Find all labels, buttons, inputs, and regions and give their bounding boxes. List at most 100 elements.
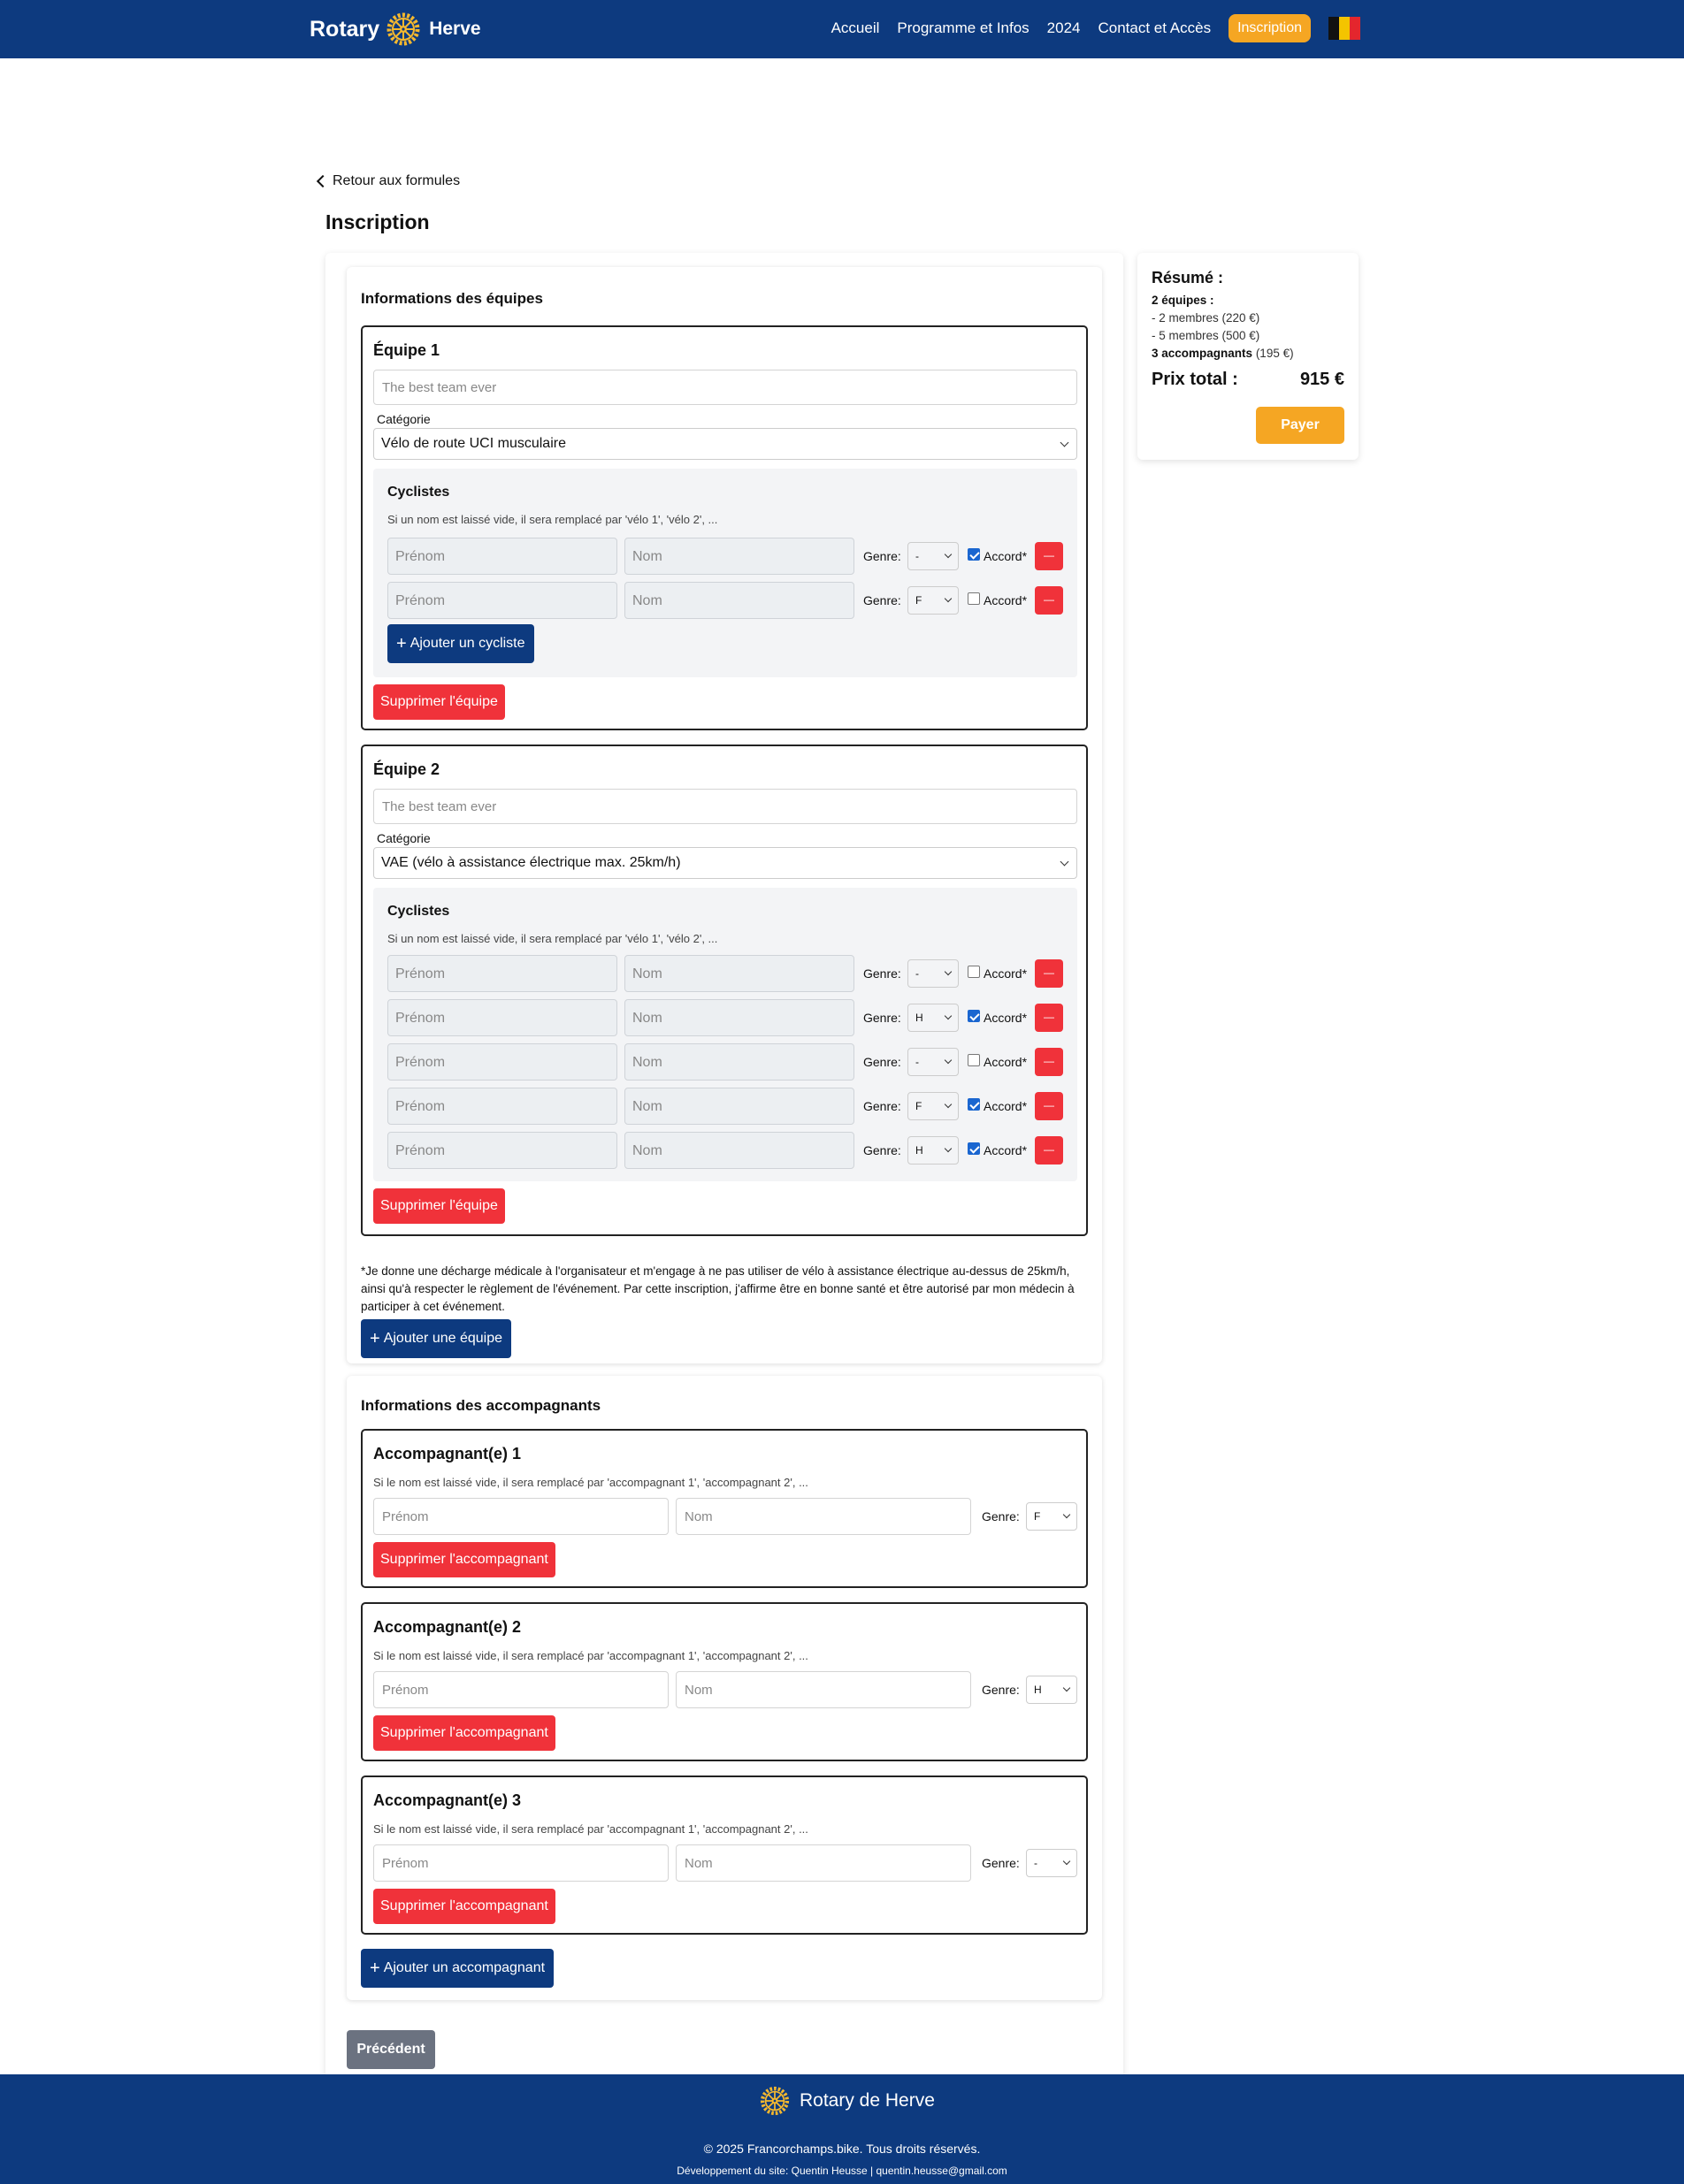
last-name-input[interactable]: Nom [624, 1043, 854, 1081]
genre-label: Genre: [863, 1099, 901, 1113]
first-name-input[interactable]: Prénom [387, 1043, 617, 1081]
genre-value: - [915, 1056, 919, 1068]
genre-select[interactable]: F [1026, 1502, 1077, 1531]
delete-team-button[interactable]: Supprimer l'équipe [373, 684, 505, 720]
remove-cyclist-button[interactable]: — [1035, 1004, 1063, 1032]
add-cyclist-label: Ajouter un cycliste [410, 636, 525, 651]
first-name-input[interactable]: Prénom [387, 1088, 617, 1125]
remove-cyclist-button[interactable]: — [1035, 1136, 1063, 1165]
chevron-down-icon [944, 967, 953, 976]
last-name-input[interactable]: Nom [624, 999, 854, 1036]
category-select[interactable]: VAE (vélo à assistance électrique max. 2… [373, 847, 1077, 879]
accord-checkbox[interactable] [968, 1142, 980, 1155]
nav-link-contact[interactable]: Contact et Accès [1098, 19, 1212, 37]
team-name-input[interactable] [373, 370, 1077, 405]
summary-team-line: - 2 membres (220 €) [1152, 311, 1260, 325]
delete-companion-button[interactable]: Supprimer l'accompagnant [373, 1715, 555, 1751]
footer-developer: Développement du site: Quentin Heusse | … [677, 2165, 1007, 2177]
genre-label: Genre: [863, 593, 901, 607]
companion-last-name-input[interactable] [676, 1671, 971, 1708]
genre-select[interactable]: F [907, 1092, 959, 1120]
accord-checkbox[interactable] [968, 966, 980, 978]
delete-companion-button[interactable]: Supprimer l'accompagnant [373, 1889, 555, 1924]
genre-select[interactable]: - [907, 542, 959, 570]
category-select-value: Vélo de route UCI musculaire [381, 436, 566, 451]
last-name-input[interactable]: Nom [624, 538, 854, 575]
genre-select[interactable]: H [907, 1136, 959, 1165]
last-name-input[interactable]: Nom [624, 955, 854, 992]
plus-icon: + [396, 633, 407, 653]
first-name-input[interactable]: Prénom [387, 955, 617, 992]
add-team-button[interactable]: + Ajouter une équipe [361, 1319, 512, 1358]
pay-button[interactable]: Payer [1256, 407, 1344, 444]
first-name-input[interactable]: Prénom [387, 582, 617, 619]
chevron-down-icon [944, 1056, 953, 1065]
genre-label: Genre: [863, 1011, 901, 1025]
first-name-input[interactable]: Prénom [387, 538, 617, 575]
page-title: Inscription [325, 210, 430, 233]
nav-inscription-button[interactable]: Inscription [1229, 14, 1311, 42]
last-name-input[interactable]: Nom [624, 582, 854, 619]
summary-lines: 2 équipes : - 2 membres (220 €) - 5 memb… [1152, 292, 1294, 363]
remove-cyclist-button[interactable]: — [1035, 1048, 1063, 1076]
cyclist-row: Prénom Nom Genre: F Accord* — [387, 582, 1063, 619]
previous-button[interactable]: Précédent [347, 2030, 435, 2069]
category-select[interactable]: Vélo de route UCI musculaire [373, 428, 1077, 460]
team-card-2: Équipe 2 Catégorie VAE (vélo à assistanc… [361, 745, 1088, 1236]
chevron-down-icon [1062, 1684, 1071, 1692]
genre-select[interactable]: H [1026, 1676, 1077, 1704]
genre-label: Genre: [863, 966, 901, 981]
companion-last-name-input[interactable] [676, 1844, 971, 1882]
remove-cyclist-button[interactable]: — [1035, 1092, 1063, 1120]
footer: Rotary de Herve © 2025 Francorchamps.bik… [0, 2074, 1684, 2184]
companion-hint: Si le nom est laissé vide, il sera rempl… [373, 1822, 808, 1836]
delete-team-button[interactable]: Supprimer l'équipe [373, 1188, 505, 1224]
medical-disclaimer: *Je donne une décharge médicale à l'orga… [361, 1264, 1075, 1313]
add-cyclist-button[interactable]: + Ajouter un cycliste [387, 624, 534, 663]
site-logo[interactable]: Rotary Herve [310, 9, 481, 50]
genre-select[interactable]: - [1026, 1849, 1077, 1877]
genre-label: Genre: [982, 1509, 1020, 1523]
accord-label: Accord* [984, 966, 1028, 981]
cyclists-hint: Si un nom est laissé vide, il sera rempl… [387, 932, 718, 945]
genre-select[interactable]: F [907, 586, 959, 615]
nav-link-2024[interactable]: 2024 [1047, 19, 1081, 37]
companion-first-name-input[interactable] [373, 1671, 669, 1708]
last-name-input[interactable]: Nom [624, 1088, 854, 1125]
team-card-1: Équipe 1 Catégorie Vélo de route UCI mus… [361, 325, 1088, 730]
remove-cyclist-button[interactable]: — [1035, 586, 1063, 615]
companion-first-name-input[interactable] [373, 1844, 669, 1882]
team-name-input[interactable] [373, 789, 1077, 824]
cyclists-panel: Cyclistes Si un nom est laissé vide, il … [373, 888, 1077, 1181]
accord-label: Accord* [984, 1055, 1028, 1069]
first-name-input[interactable]: Prénom [387, 1132, 617, 1169]
accord-checkbox[interactable] [968, 1054, 980, 1066]
add-companion-button[interactable]: + Ajouter un accompagnant [361, 1949, 555, 1988]
genre-select[interactable]: - [907, 1048, 959, 1076]
belgium-flag-icon[interactable] [1328, 17, 1360, 40]
last-name-input[interactable]: Nom [624, 1132, 854, 1169]
companion-first-name-input[interactable] [373, 1498, 669, 1535]
companions-section: Informations des accompagnants Accompagn… [347, 1376, 1102, 2000]
remove-cyclist-button[interactable]: — [1035, 542, 1063, 570]
add-team-label: Ajouter une équipe [383, 1331, 503, 1346]
companion-last-name-input[interactable] [676, 1498, 971, 1535]
add-companion-label: Ajouter un accompagnant [383, 1960, 546, 1975]
genre-label: Genre: [982, 1856, 1020, 1870]
cyclists-title: Cyclistes [387, 904, 450, 919]
first-name-input[interactable]: Prénom [387, 999, 617, 1036]
accord-checkbox[interactable] [968, 548, 980, 561]
nav-link-programme[interactable]: Programme et Infos [897, 19, 1029, 37]
footer-brand-label: Rotary de Herve [800, 2090, 935, 2111]
genre-value: F [1034, 1510, 1041, 1523]
genre-select[interactable]: - [907, 959, 959, 988]
genre-select[interactable]: H [907, 1004, 959, 1032]
accord-checkbox[interactable] [968, 1010, 980, 1022]
summary-teams-line: 2 équipes : [1152, 294, 1214, 307]
delete-companion-button[interactable]: Supprimer l'accompagnant [373, 1542, 555, 1577]
accord-checkbox[interactable] [968, 592, 980, 605]
accord-checkbox[interactable] [968, 1098, 980, 1111]
remove-cyclist-button[interactable]: — [1035, 959, 1063, 988]
back-to-formulas-link[interactable]: Retour aux formules [315, 173, 460, 189]
nav-link-accueil[interactable]: Accueil [831, 19, 880, 37]
